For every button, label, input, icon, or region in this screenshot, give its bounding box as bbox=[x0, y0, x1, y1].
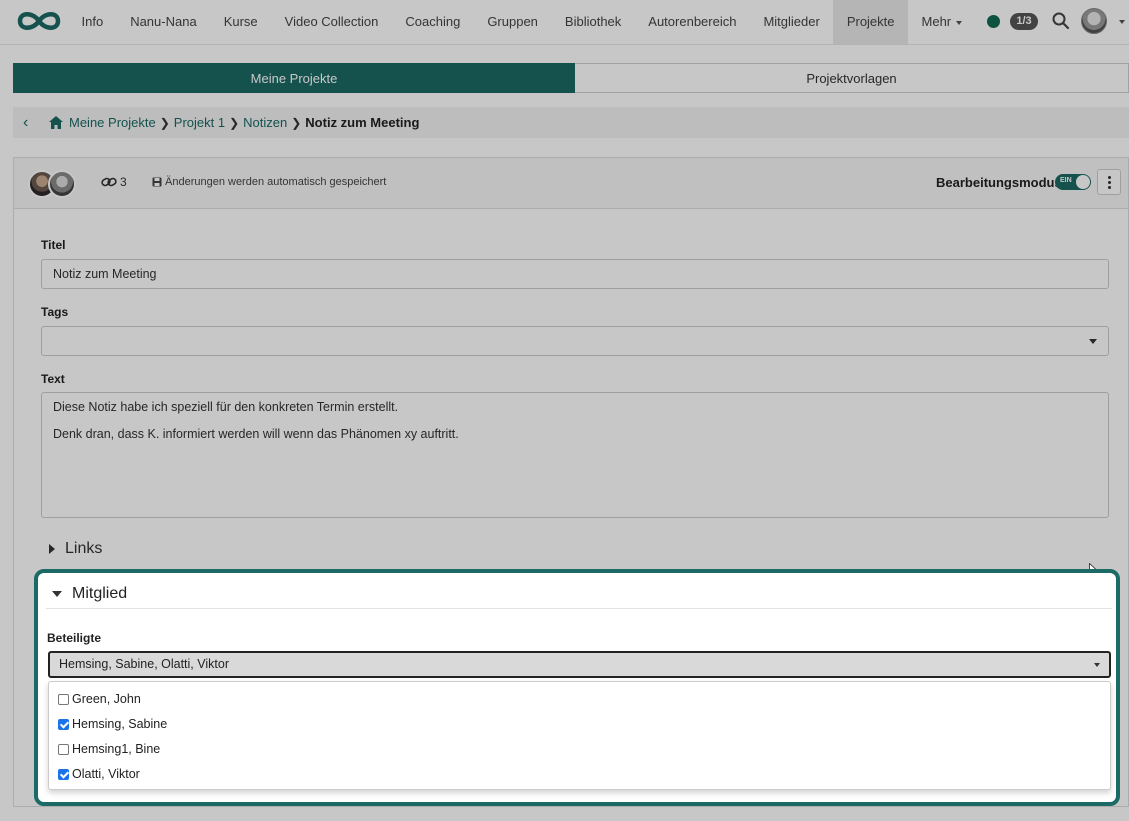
tags-label: Tags bbox=[41, 305, 69, 319]
caret-down-icon bbox=[1094, 663, 1100, 667]
nav-item-video-collection[interactable]: Video Collection bbox=[271, 0, 392, 44]
participant-option[interactable]: Green, John bbox=[58, 690, 141, 708]
option-checkbox[interactable] bbox=[58, 768, 69, 780]
breadcrumb-notes[interactable]: Notizen bbox=[243, 115, 287, 130]
note-toolbar: 3 Änderungen werden automatisch gespeich… bbox=[14, 158, 1128, 209]
option-checkbox[interactable] bbox=[58, 718, 69, 730]
text-label: Text bbox=[41, 372, 65, 386]
title-label: Titel bbox=[41, 238, 66, 252]
autosave-text: Änderungen werden automatisch gespeicher… bbox=[165, 176, 387, 188]
back-chevron-icon[interactable]: ‹ bbox=[23, 114, 49, 132]
search-icon[interactable] bbox=[1051, 11, 1071, 31]
nav-item-mitglieder[interactable]: Mitglieder bbox=[750, 0, 833, 44]
top-navigation: Info Nanu-Nana Kurse Video Collection Co… bbox=[0, 0, 1129, 45]
main-menu: Info Nanu-Nana Kurse Video Collection Co… bbox=[68, 0, 976, 44]
nav-item-mehr-label: Mehr bbox=[921, 14, 952, 29]
online-status-icon[interactable] bbox=[987, 15, 1000, 28]
tab-my-projects[interactable]: Meine Projekte bbox=[13, 63, 575, 93]
chevron-right-icon: ❯ bbox=[291, 115, 302, 130]
nav-item-info[interactable]: Info bbox=[68, 0, 117, 44]
breadcrumb: ‹ Meine Projekte ❯ Projekt 1 ❯ Notizen ❯… bbox=[13, 107, 1129, 138]
tags-select[interactable] bbox=[41, 326, 1109, 356]
session-counter-badge[interactable]: 1/3 bbox=[1010, 13, 1038, 30]
chevron-right-icon: ❯ bbox=[229, 115, 240, 130]
breadcrumb-my-projects[interactable]: Meine Projekte bbox=[69, 115, 156, 130]
option-label: Olatti, Viktor bbox=[72, 767, 140, 781]
home-icon[interactable] bbox=[49, 116, 63, 129]
text-line: Diese Notiz habe ich speziell für den ko… bbox=[53, 400, 399, 414]
option-label: Green, John bbox=[72, 692, 141, 706]
chevron-right-icon: ❯ bbox=[159, 115, 170, 130]
edit-mode-label: Bearbeitungsmodus bbox=[936, 175, 1062, 190]
option-label: Hemsing, Sabine bbox=[72, 717, 168, 731]
participants-dropdown-list: Green, John Hemsing, Sabine Hemsing1, Bi… bbox=[48, 681, 1111, 790]
members-section-toggle[interactable]: Mitglied bbox=[52, 585, 127, 603]
nav-item-nanu-nana[interactable]: Nanu-Nana bbox=[117, 0, 211, 44]
nav-item-bibliothek[interactable]: Bibliothek bbox=[551, 0, 634, 44]
collapse-triangle-icon bbox=[52, 591, 62, 597]
user-avatar[interactable] bbox=[1081, 8, 1107, 34]
participant-option[interactable]: Hemsing1, Bine bbox=[58, 740, 160, 758]
nav-item-kurse[interactable]: Kurse bbox=[210, 0, 271, 44]
breadcrumb-project[interactable]: Projekt 1 bbox=[174, 115, 225, 130]
more-options-icon[interactable] bbox=[1097, 169, 1121, 195]
user-menu-caret-icon[interactable] bbox=[1119, 20, 1125, 24]
nav-item-gruppen[interactable]: Gruppen bbox=[474, 0, 552, 44]
save-disk-icon bbox=[152, 177, 162, 187]
tab-project-templates[interactable]: Projektvorlagen bbox=[575, 63, 1129, 93]
links-count: 3 bbox=[120, 175, 127, 189]
participants-label: Beteiligte bbox=[47, 631, 102, 645]
divider bbox=[46, 608, 1112, 609]
participant-option[interactable]: Olatti, Viktor bbox=[58, 765, 140, 783]
links-section-label: Links bbox=[65, 540, 103, 557]
link-icon bbox=[101, 177, 117, 187]
nav-item-coaching[interactable]: Coaching bbox=[392, 0, 474, 44]
member-avatar[interactable] bbox=[48, 170, 76, 198]
logo-infinity-icon[interactable] bbox=[15, 8, 63, 34]
option-checkbox[interactable] bbox=[58, 693, 69, 705]
text-line: Denk dran, dass K. informiert werden wil… bbox=[53, 427, 459, 441]
links-counter[interactable]: 3 bbox=[101, 175, 127, 189]
members-section: Mitglied Beteiligte Hemsing, Sabine, Ola… bbox=[34, 569, 1120, 806]
edit-mode-toggle[interactable]: EIN bbox=[1055, 174, 1091, 190]
participants-selected-summary: Hemsing, Sabine, Olatti, Viktor bbox=[59, 657, 229, 671]
caret-down-icon bbox=[1089, 339, 1097, 344]
option-label: Hemsing1, Bine bbox=[72, 742, 161, 756]
option-checkbox[interactable] bbox=[58, 743, 69, 755]
project-tabs: Meine Projekte Projektvorlagen bbox=[13, 63, 1129, 93]
toggle-knob bbox=[1076, 175, 1090, 189]
participants-multiselect[interactable]: Hemsing, Sabine, Olatti, Viktor bbox=[48, 651, 1111, 678]
title-input[interactable]: Notiz zum Meeting bbox=[41, 259, 1109, 289]
participant-option[interactable]: Hemsing, Sabine bbox=[58, 715, 167, 733]
text-editor[interactable]: Diese Notiz habe ich speziell für den ko… bbox=[41, 392, 1109, 518]
expand-triangle-icon bbox=[49, 544, 55, 554]
caret-down-icon bbox=[956, 20, 963, 25]
nav-item-autorenbereich[interactable]: Autorenbereich bbox=[635, 0, 750, 44]
breadcrumb-current: Notiz zum Meeting bbox=[305, 115, 420, 130]
nav-item-projekte[interactable]: Projekte bbox=[833, 0, 909, 44]
links-section-toggle[interactable]: Links bbox=[49, 540, 102, 558]
nav-item-mehr[interactable]: Mehr bbox=[908, 0, 976, 44]
members-section-label: Mitglied bbox=[72, 585, 128, 602]
autosave-hint: Änderungen werden automatisch gespeicher… bbox=[152, 176, 386, 188]
toggle-state-text: EIN bbox=[1060, 177, 1072, 184]
